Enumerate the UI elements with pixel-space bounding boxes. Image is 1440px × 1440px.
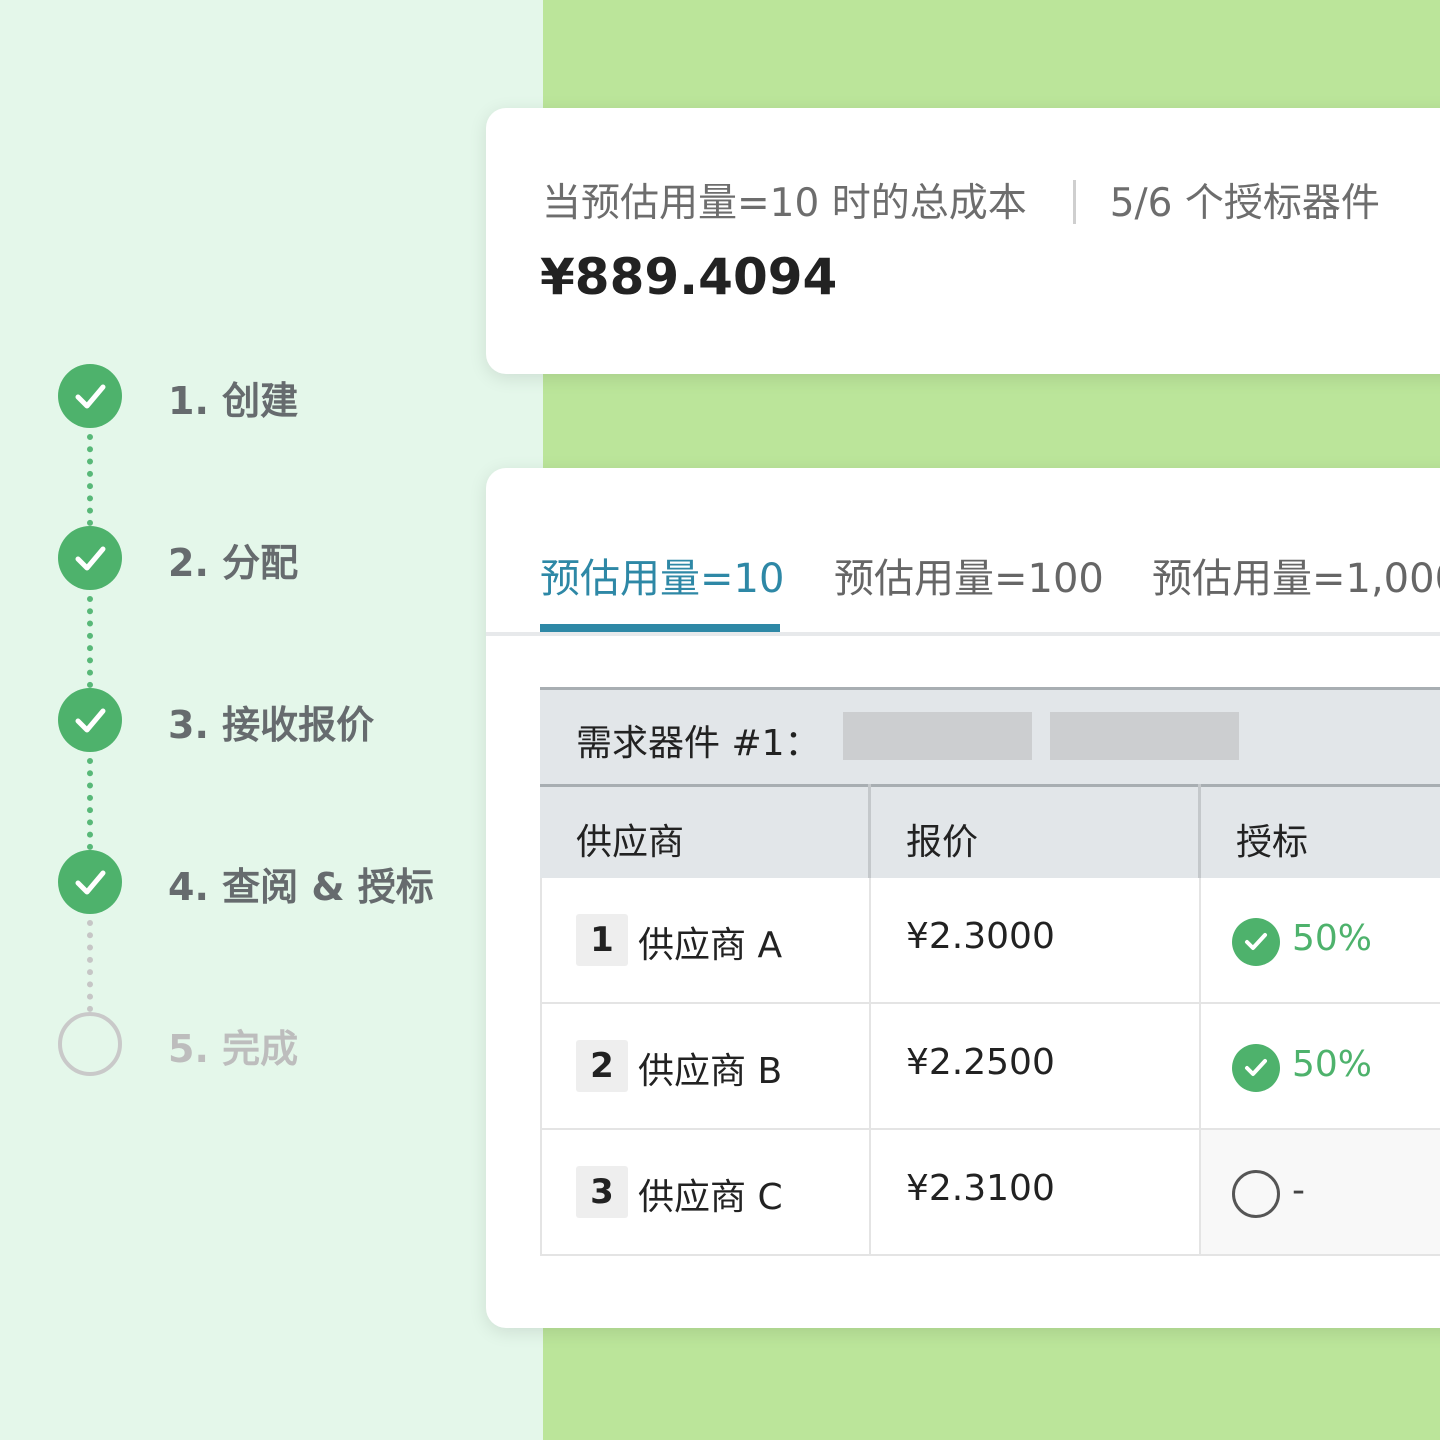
requirement-label: 需求器件 #1： [576,723,821,764]
tabs-divider [486,632,1440,636]
step-label: 1. 创建 [168,379,299,423]
quotes-card: 预估用量=10 预估用量=100 预估用量=1,000 需求器件 #1： 供应商… [486,468,1440,1328]
tab-qty-10[interactable]: 预估用量=10 [540,546,784,604]
header-award: 授标 [1236,822,1309,863]
cost-summary-card: 当预估用量=10 时的总成本 5/6 个授标器件 ¥889.4094 [486,108,1440,374]
awarded-count: 5/6 个授标器件 [1109,181,1380,226]
step-label: 2. 分配 [168,541,299,585]
total-cost-value: ¥889.4094 [540,248,838,306]
rank-badge: 3 [576,1166,628,1218]
table-row[interactable]: 3 供应商 C ¥2.3100 - [540,1130,1440,1256]
step-connector [87,434,93,526]
step-connector [87,758,93,850]
table-row[interactable]: 2 供应商 B ¥2.2500 50% [540,1004,1440,1130]
rank-badge: 1 [576,914,628,966]
quote-price: ¥2.2500 [906,1042,1055,1083]
check-icon [58,364,122,428]
supplier-name: 供应商 C [638,1177,783,1218]
header-price: 报价 [906,822,979,863]
step-label: 5. 完成 [168,1027,299,1071]
header-supplier: 供应商 [576,822,685,863]
award-share: 50% [1292,918,1373,959]
award-share: - [1292,1170,1305,1211]
step-label: 4. 查阅 & 授标 [168,865,434,909]
step-label: 3. 接收报价 [168,703,375,747]
award-share: 50% [1292,1044,1373,1085]
quote-price: ¥2.3000 [906,916,1055,957]
quote-price: ¥2.3100 [906,1168,1055,1209]
supplier-name: 供应商 A [638,925,783,966]
rank-badge: 2 [576,1040,628,1092]
table-row[interactable]: 1 供应商 A ¥2.3000 50% [540,878,1440,1004]
column-separator [1198,784,1201,878]
tab-qty-100[interactable]: 预估用量=100 [834,546,1104,604]
redacted-placeholder [1050,712,1239,760]
supplier-name: 供应商 B [638,1051,783,1092]
step-connector [87,596,93,688]
redacted-placeholder [843,712,1032,760]
check-icon [58,688,122,752]
active-tab-indicator [540,624,780,632]
check-circle-icon[interactable] [1232,1044,1280,1092]
check-icon [58,526,122,590]
check-icon [58,850,122,914]
divider [1072,180,1076,224]
check-circle-icon[interactable] [1232,918,1280,966]
total-cost-label: 当预估用量=10 时的总成本 [542,181,1027,226]
table-header-row: 供应商 报价 授标 [540,784,1440,881]
tab-qty-1000[interactable]: 预估用量=1,000 [1152,546,1440,604]
empty-circle-icon[interactable] [1232,1170,1280,1218]
step-connector [87,920,93,1012]
summary-line: 当预估用量=10 时的总成本 5/6 个授标器件 [542,172,1380,228]
empty-circle-icon [58,1012,122,1076]
requirement-header: 需求器件 #1： [540,687,1440,784]
column-separator [868,784,871,878]
